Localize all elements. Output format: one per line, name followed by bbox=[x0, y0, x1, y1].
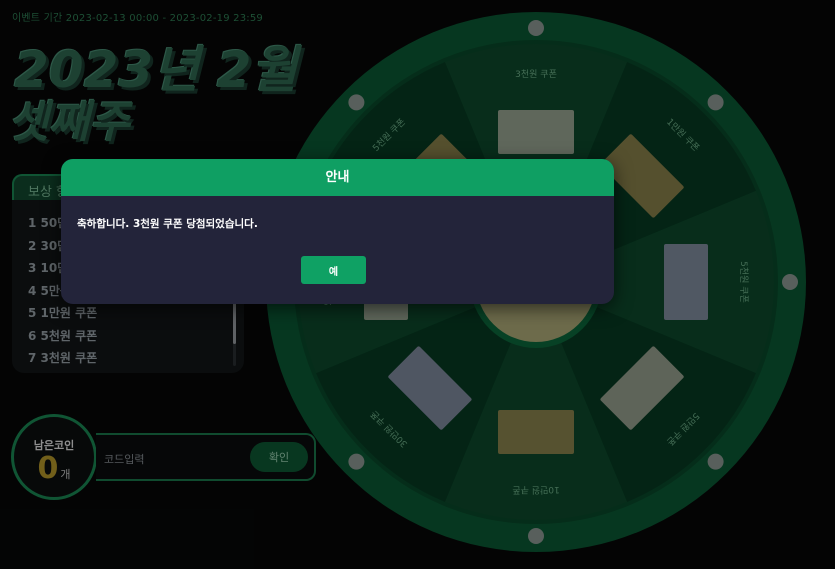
modal-message: 축하합니다. 3천원 쿠폰 당첨되었습니다. bbox=[77, 218, 258, 230]
modal-title: 안내 bbox=[61, 159, 614, 196]
modal-ok-button[interactable]: 예 bbox=[301, 256, 366, 284]
notice-modal: 안내 축하합니다. 3천원 쿠폰 당첨되었습니다. 예 bbox=[61, 159, 614, 304]
